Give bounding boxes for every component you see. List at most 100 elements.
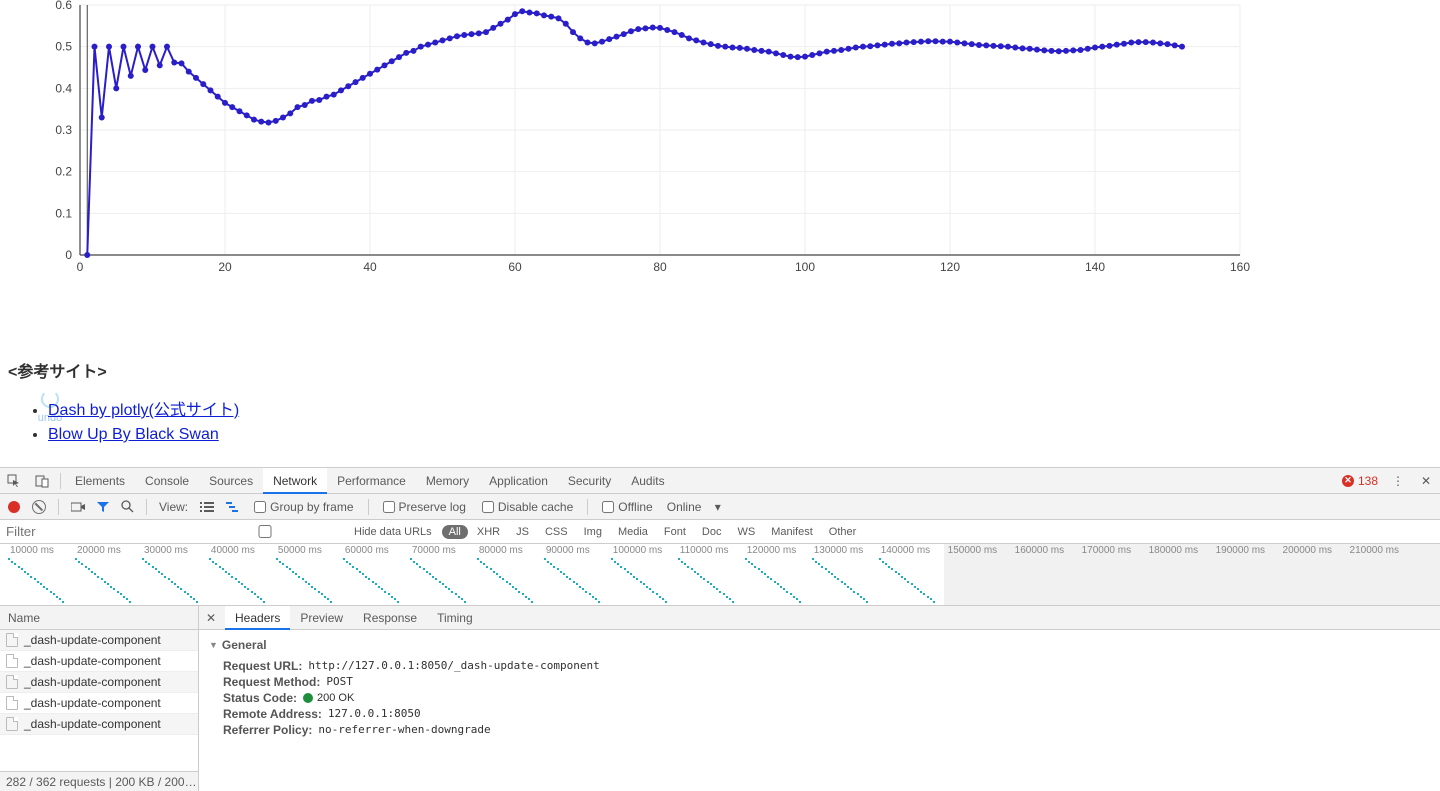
general-section[interactable]: General bbox=[209, 638, 1430, 652]
device-toggle-icon[interactable] bbox=[28, 468, 56, 494]
tab-network[interactable]: Network bbox=[263, 468, 327, 494]
separator bbox=[58, 499, 59, 515]
timeline-tick: 20000 ms bbox=[77, 545, 121, 556]
disable-cache-checkbox[interactable]: Disable cache bbox=[476, 500, 579, 514]
network-toolbar: View: Group by frame Preserve log Disabl… bbox=[0, 494, 1440, 520]
devtools-panel: ElementsConsoleSourcesNetworkPerformance… bbox=[0, 467, 1440, 791]
close-detail-icon[interactable]: ✕ bbox=[199, 611, 223, 625]
svg-text:0.3: 0.3 bbox=[55, 123, 72, 137]
request-list-footer: 282 / 362 requests | 200 KB / 200… bbox=[0, 771, 198, 791]
timeline-tick: 60000 ms bbox=[345, 545, 389, 556]
filter-type-img[interactable]: Img bbox=[577, 525, 609, 539]
svg-text:40: 40 bbox=[363, 260, 377, 274]
close-icon[interactable]: ✕ bbox=[1412, 468, 1440, 494]
timeline-tick: 160000 ms bbox=[1015, 545, 1064, 556]
timeline-tick: 10000 ms bbox=[10, 545, 54, 556]
filter-icon[interactable] bbox=[93, 494, 113, 520]
request-method-field: Request Method:POST bbox=[209, 674, 1430, 690]
svg-text:0: 0 bbox=[77, 260, 84, 274]
timeline-tick: 120000 ms bbox=[747, 545, 796, 556]
record-button[interactable] bbox=[4, 494, 24, 520]
request-row[interactable]: _dash-update-component bbox=[0, 651, 198, 672]
view-list-icon[interactable] bbox=[196, 494, 218, 520]
camera-icon[interactable] bbox=[67, 494, 89, 520]
request-name: _dash-update-component bbox=[24, 675, 161, 689]
search-icon[interactable] bbox=[117, 494, 138, 520]
filter-type-all[interactable]: All bbox=[442, 525, 468, 539]
hide-data-urls-checkbox[interactable]: Hide data URLs bbox=[174, 525, 438, 538]
detail-tab-response[interactable]: Response bbox=[353, 606, 427, 630]
tab-application[interactable]: Application bbox=[479, 468, 558, 494]
file-icon bbox=[6, 696, 18, 710]
tab-memory[interactable]: Memory bbox=[416, 468, 479, 494]
view-waterfall-icon[interactable] bbox=[222, 494, 244, 520]
tab-elements[interactable]: Elements bbox=[65, 468, 135, 494]
svg-text:0.6: 0.6 bbox=[55, 0, 72, 12]
status-code-field: Status Code:200 OK bbox=[209, 690, 1430, 706]
status-ok-icon bbox=[303, 693, 313, 703]
tab-security[interactable]: Security bbox=[558, 468, 621, 494]
svg-text:100: 100 bbox=[795, 260, 815, 274]
filter-type-doc[interactable]: Doc bbox=[695, 525, 729, 539]
timeline-tick: 80000 ms bbox=[479, 545, 523, 556]
tab-performance[interactable]: Performance bbox=[327, 468, 416, 494]
svg-text:160: 160 bbox=[1230, 260, 1250, 274]
filter-type-font[interactable]: Font bbox=[657, 525, 693, 539]
preserve-log-checkbox[interactable]: Preserve log bbox=[377, 500, 472, 514]
request-name: _dash-update-component bbox=[24, 696, 161, 710]
filter-type-xhr[interactable]: XHR bbox=[470, 525, 507, 539]
filter-type-css[interactable]: CSS bbox=[538, 525, 575, 539]
throttling-select[interactable]: Online ▾ bbox=[663, 494, 725, 520]
offline-checkbox[interactable]: Offline bbox=[596, 500, 658, 514]
file-icon bbox=[6, 633, 18, 647]
clear-button[interactable] bbox=[28, 494, 50, 520]
view-label: View: bbox=[155, 494, 192, 520]
filter-type-other[interactable]: Other bbox=[822, 525, 864, 539]
timeline-tick: 130000 ms bbox=[814, 545, 863, 556]
line-chart[interactable]: 02040608010012014016000.10.20.30.40.50.6 bbox=[35, 0, 1260, 285]
network-timeline[interactable]: 10000 ms20000 ms30000 ms40000 ms50000 ms… bbox=[0, 544, 1440, 606]
referrer-policy-field: Referrer Policy:no-referrer-when-downgra… bbox=[209, 722, 1430, 738]
timeline-tick: 70000 ms bbox=[412, 545, 456, 556]
filter-type-manifest[interactable]: Manifest bbox=[764, 525, 820, 539]
svg-text:20: 20 bbox=[218, 260, 232, 274]
request-row[interactable]: _dash-update-component bbox=[0, 693, 198, 714]
group-by-frame-checkbox[interactable]: Group by frame bbox=[248, 500, 359, 514]
svg-text:60: 60 bbox=[508, 260, 522, 274]
tab-console[interactable]: Console bbox=[135, 468, 199, 494]
ref-link-dash[interactable]: Dash by plotly(公式サイト) bbox=[48, 402, 239, 419]
request-row[interactable]: _dash-update-component bbox=[0, 672, 198, 693]
filter-type-ws[interactable]: WS bbox=[730, 525, 762, 539]
timeline-tick: 140000 ms bbox=[881, 545, 930, 556]
detail-tab-timing[interactable]: Timing bbox=[427, 606, 483, 630]
filter-type-media[interactable]: Media bbox=[611, 525, 655, 539]
network-filterbar: Hide data URLs AllXHRJSCSSImgMediaFontDo… bbox=[0, 520, 1440, 544]
timeline-tick: 100000 ms bbox=[613, 545, 662, 556]
request-name: _dash-update-component bbox=[24, 654, 161, 668]
svg-text:0.2: 0.2 bbox=[55, 165, 72, 179]
kebab-icon[interactable]: ⋮ bbox=[1384, 468, 1412, 494]
svg-text:0.5: 0.5 bbox=[55, 40, 72, 54]
timeline-tick: 50000 ms bbox=[278, 545, 322, 556]
timeline-tick: 40000 ms bbox=[211, 545, 255, 556]
separator bbox=[368, 499, 369, 515]
request-row[interactable]: _dash-update-component bbox=[0, 714, 198, 735]
filter-input[interactable] bbox=[0, 524, 170, 539]
detail-tab-preview[interactable]: Preview bbox=[290, 606, 353, 630]
timeline-tick: 90000 ms bbox=[546, 545, 590, 556]
error-count[interactable]: ✕138 bbox=[1336, 474, 1384, 488]
svg-text:0: 0 bbox=[65, 248, 72, 262]
tab-sources[interactable]: Sources bbox=[199, 468, 263, 494]
timeline-tick: 110000 ms bbox=[680, 545, 729, 556]
tab-audits[interactable]: Audits bbox=[621, 468, 674, 494]
detail-tab-headers[interactable]: Headers bbox=[225, 606, 290, 630]
request-row[interactable]: _dash-update-component bbox=[0, 630, 198, 651]
separator bbox=[587, 499, 588, 515]
request-list-header[interactable]: Name bbox=[0, 606, 198, 630]
ref-link-blackswan[interactable]: Blow Up By Black Swan bbox=[48, 426, 219, 443]
file-icon bbox=[6, 675, 18, 689]
request-name: _dash-update-component bbox=[24, 633, 161, 647]
filter-type-js[interactable]: JS bbox=[509, 525, 536, 539]
inspect-icon[interactable] bbox=[0, 468, 28, 494]
svg-text:120: 120 bbox=[940, 260, 960, 274]
